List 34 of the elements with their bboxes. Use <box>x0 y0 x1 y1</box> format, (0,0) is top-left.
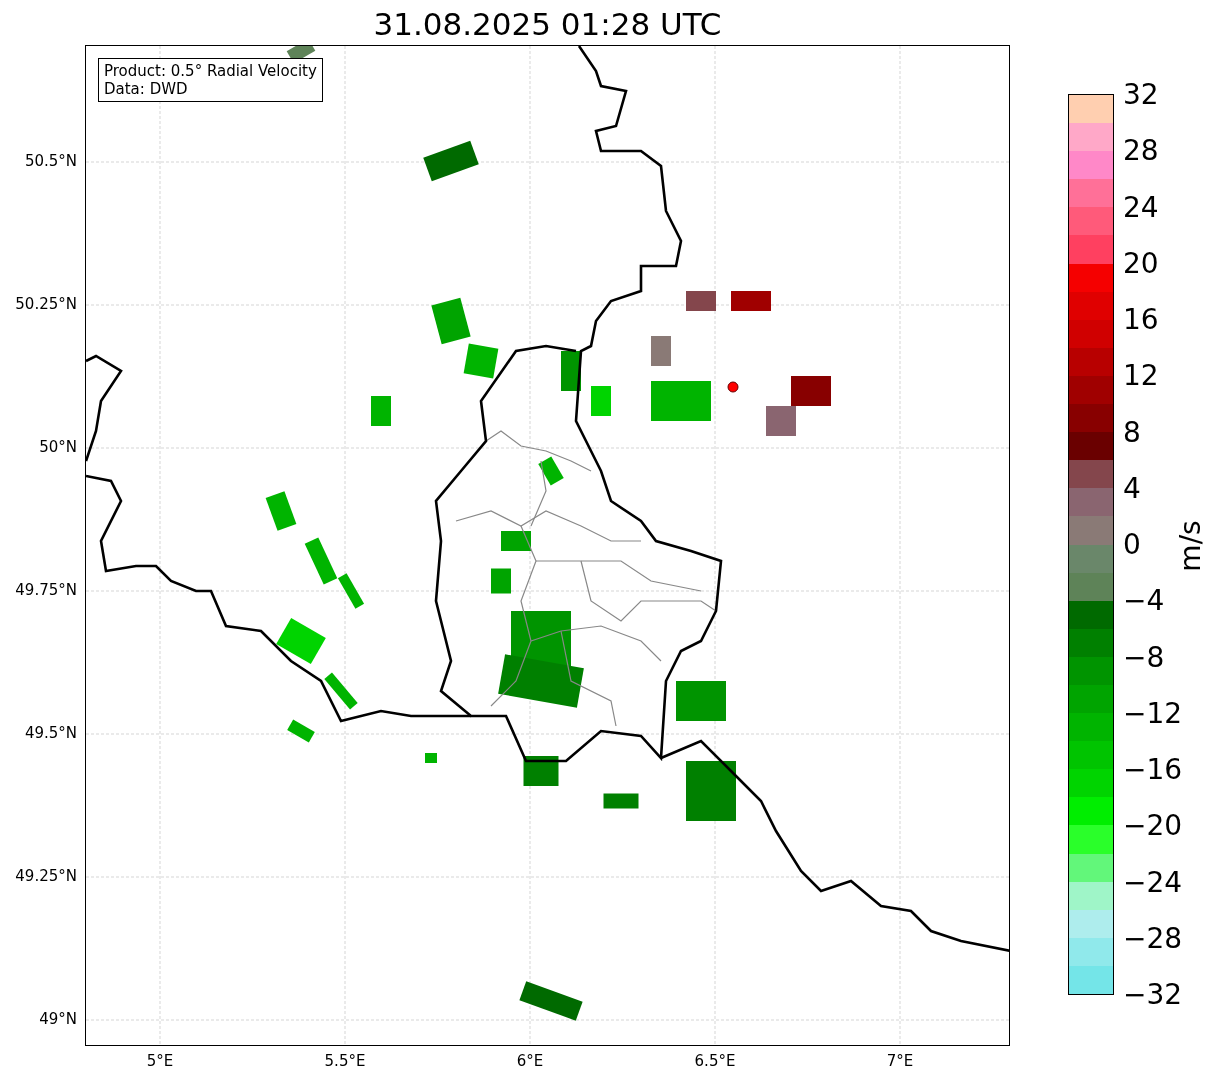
longitude-label: 5.5°E <box>324 1052 366 1070</box>
longitude-label: 6°E <box>516 1052 544 1070</box>
colorbar-tick-label: −8 <box>1123 643 1165 672</box>
latitude-label: 50.25°N <box>15 295 77 313</box>
colorbar-tick-label: −24 <box>1123 868 1183 897</box>
latitude-label: 50°N <box>39 438 77 456</box>
chart-title: 31.08.2025 01:28 UTC <box>372 5 723 44</box>
latitude-label: 49.75°N <box>15 581 77 599</box>
longitude-label: 7°E <box>886 1052 914 1070</box>
colorbar-tick-label: 8 <box>1123 418 1141 447</box>
colorbar-tick-label: 4 <box>1123 474 1141 503</box>
colorbar-tick-label: 20 <box>1123 249 1159 278</box>
latitude-label: 50.5°N <box>24 152 77 170</box>
colorbar-tick-label: −20 <box>1123 812 1183 841</box>
colorbar-tick-label: −12 <box>1123 699 1183 728</box>
colorbar-tick-label: 0 <box>1123 531 1141 559</box>
radar-site-icon <box>727 381 739 393</box>
colorbar-tick-label: −4 <box>1123 587 1165 616</box>
legend-text: Product: 0.5° Radial Velocity <box>104 62 317 80</box>
latitude-label: 49.5°N <box>24 724 77 742</box>
colorbar-tick-label: −16 <box>1123 756 1183 784</box>
longitude-label: 6.5°E <box>694 1052 736 1070</box>
latitude-label: 49°N <box>39 1010 77 1028</box>
colorbar-tick-label: 28 <box>1123 137 1159 166</box>
longitude-label: 5°E <box>146 1052 174 1070</box>
colorbar-tick-label: 24 <box>1123 193 1159 222</box>
latitude-label: 49.25°N <box>15 867 77 885</box>
colorbar-tick-label: 16 <box>1123 306 1159 334</box>
colorbar-unit-label: m/s <box>1173 520 1208 572</box>
legend-text: Data: DWD <box>104 80 189 98</box>
colorbar-tick-label: −32 <box>1123 981 1183 1009</box>
colorbar-tick-label: −28 <box>1123 924 1183 953</box>
colorbar-tick-label: 32 <box>1123 81 1159 109</box>
colorbar-tick-label: 12 <box>1123 362 1159 391</box>
